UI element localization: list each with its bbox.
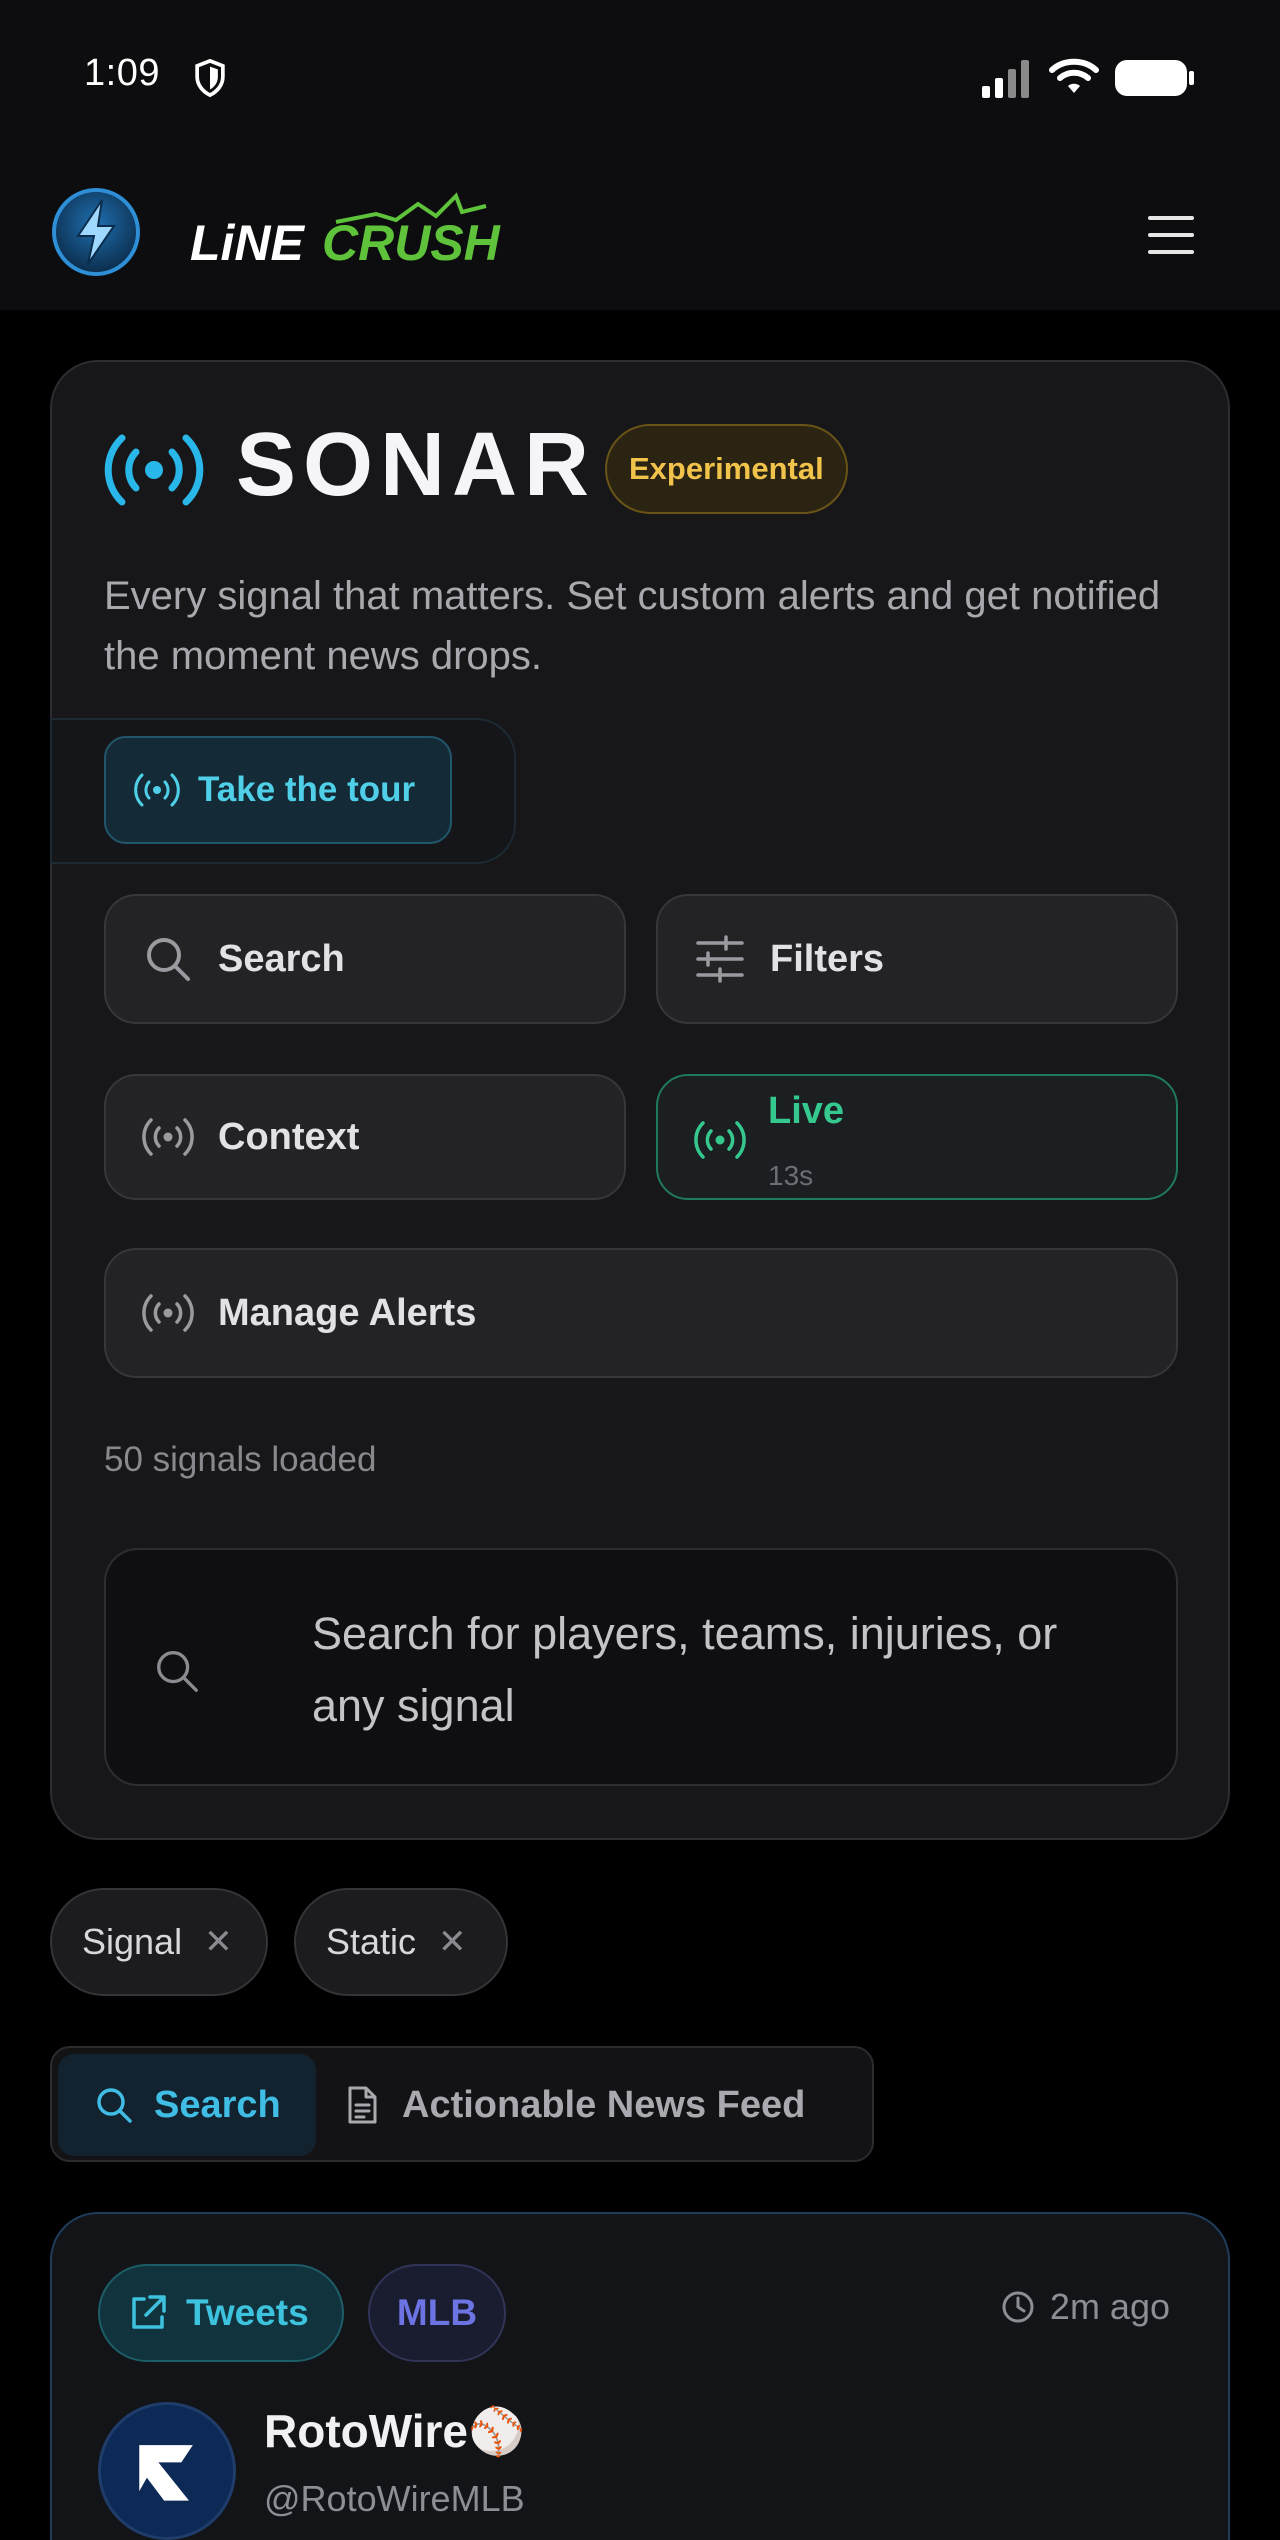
sonar-hero-card: SONAR Experimental Every signal that mat… bbox=[50, 360, 1230, 1840]
search-button-label: Search bbox=[218, 937, 345, 980]
status-time: 1:09 bbox=[84, 52, 160, 94]
author-name[interactable]: RotoWire⚾ bbox=[264, 2404, 525, 2459]
manage-alerts-button[interactable]: Manage Alerts bbox=[104, 1248, 1178, 1378]
external-link-icon bbox=[132, 2295, 166, 2329]
signals-count: 50 signals loaded bbox=[104, 1440, 377, 1479]
hero-description: Every signal that matters. Set custom al… bbox=[104, 574, 1161, 678]
search-placeholder: Search for players, teams, injuries, or … bbox=[312, 1608, 1058, 1731]
live-label: Live bbox=[768, 1090, 845, 1132]
signal-card[interactable]: Tweets MLB 2m ago RotoWire⚾ @RotoWireMLB bbox=[50, 2212, 1230, 2540]
sliders-icon bbox=[696, 935, 744, 983]
tab-search[interactable]: Search bbox=[58, 2054, 316, 2156]
chip-label: Signal bbox=[82, 1921, 183, 1962]
search-button[interactable]: Search bbox=[104, 894, 626, 1024]
experimental-badge: Experimental bbox=[605, 424, 848, 514]
tag-label: Tweets bbox=[186, 2292, 309, 2333]
svg-text:LiNE: LiNE bbox=[190, 215, 306, 271]
live-refresh-timer: 13s bbox=[768, 1160, 814, 1191]
filter-chip-signal[interactable]: Signal ✕ bbox=[50, 1888, 268, 1996]
search-icon bbox=[97, 2088, 132, 2123]
broadcast-signal-icon bbox=[142, 1294, 194, 1332]
context-button-label: Context bbox=[218, 1115, 360, 1158]
manage-alerts-label: Manage Alerts bbox=[218, 1291, 477, 1334]
filters-button-label: Filters bbox=[770, 937, 885, 980]
cellular-signal-icon bbox=[982, 60, 1029, 98]
tab-search-label: Search bbox=[154, 2083, 281, 2126]
view-tabs: Search Actionable News Feed bbox=[50, 2046, 874, 2162]
close-icon[interactable]: ✕ bbox=[204, 1922, 233, 1962]
search-icon bbox=[157, 1651, 198, 1692]
hamburger-menu-icon[interactable] bbox=[1136, 212, 1206, 258]
tag-mlb[interactable]: MLB bbox=[368, 2264, 506, 2362]
avatar[interactable] bbox=[98, 2402, 236, 2540]
broadcast-signal-icon bbox=[142, 1118, 194, 1156]
tag-tweets[interactable]: Tweets bbox=[98, 2264, 344, 2362]
battery-icon bbox=[1115, 60, 1194, 96]
author-handle[interactable]: @RotoWireMLB bbox=[264, 2478, 525, 2520]
shield-icon bbox=[195, 58, 225, 98]
take-tour-label: Take the tour bbox=[198, 770, 416, 809]
clock-icon bbox=[1002, 2291, 1034, 2323]
take-tour-button[interactable]: Take the tour bbox=[104, 736, 452, 844]
filters-button[interactable]: Filters bbox=[656, 894, 1178, 1024]
tab-news-label: Actionable News Feed bbox=[402, 2083, 806, 2126]
tag-label: MLB bbox=[396, 2292, 478, 2333]
brand-logo[interactable]: LiNE CRUSH bbox=[186, 190, 516, 280]
tab-actionable-news-feed[interactable]: Actionable News Feed bbox=[342, 2054, 862, 2156]
status-bar: 1:09 bbox=[0, 0, 1280, 150]
lightning-bolt-icon[interactable] bbox=[50, 186, 142, 278]
search-icon bbox=[147, 938, 190, 981]
signal-search-input[interactable]: Search for players, teams, injuries, or … bbox=[104, 1548, 1178, 1786]
svg-text:CRUSH: CRUSH bbox=[322, 215, 501, 271]
page-title: SONAR bbox=[236, 415, 597, 515]
filter-chip-static[interactable]: Static ✕ bbox=[294, 1888, 508, 1996]
broadcast-signal-icon bbox=[104, 434, 204, 506]
timestamp-label: 2m ago bbox=[1049, 2286, 1170, 2327]
document-icon bbox=[348, 2086, 377, 2124]
close-icon[interactable]: ✕ bbox=[438, 1922, 467, 1962]
broadcast-signal-icon bbox=[694, 1121, 746, 1159]
broadcast-signal-icon bbox=[134, 773, 180, 807]
top-nav: LiNE CRUSH bbox=[0, 150, 1280, 310]
post-timestamp: 2m ago bbox=[1000, 2286, 1170, 2328]
wifi-icon bbox=[1049, 58, 1099, 93]
live-toggle-button[interactable]: Live 13s bbox=[656, 1074, 1178, 1200]
chip-label: Static bbox=[326, 1921, 417, 1962]
context-button[interactable]: Context bbox=[104, 1074, 626, 1200]
